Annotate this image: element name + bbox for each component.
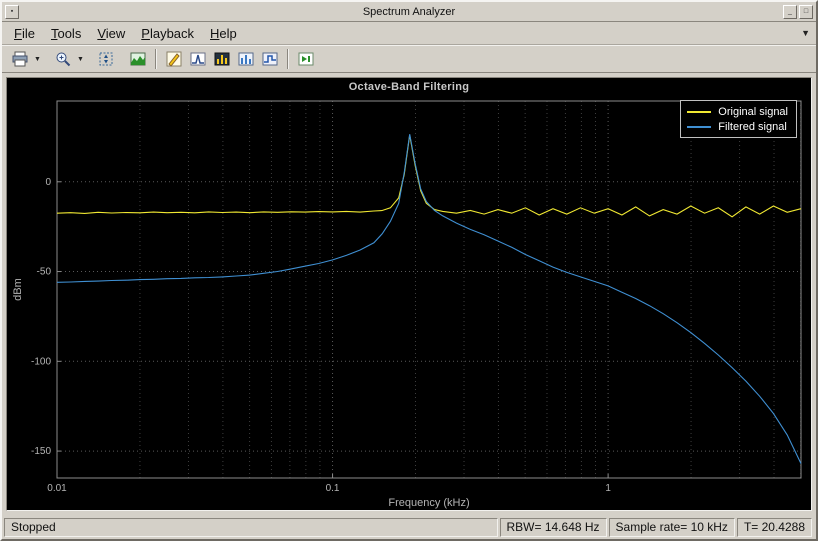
step-forward-icon xyxy=(298,52,314,66)
legend-label: Original signal xyxy=(718,105,788,118)
spectral-mask-icon xyxy=(262,52,278,66)
cursor-measurements-button[interactable] xyxy=(162,47,186,71)
legend-item[interactable]: Filtered signal xyxy=(687,119,788,134)
maximize-button[interactable]: □ xyxy=(799,4,813,19)
spectrum-chart[interactable]: 0.01 0.1 1 0 -50 -100 -150 Frequency (kHz) dBm xyxy=(7,96,813,510)
maximize-icon: □ xyxy=(803,8,809,15)
toolbar-separator xyxy=(287,49,289,69)
zoom-dropdown-arrow[interactable]: ▼ xyxy=(75,47,86,71)
ccdf-measurements-button[interactable] xyxy=(234,47,258,71)
spectrogram-button[interactable] xyxy=(126,47,150,71)
print-button[interactable] xyxy=(8,47,32,71)
y-axis-label: dBm xyxy=(12,278,24,301)
menu-item-file[interactable]: File xyxy=(6,24,43,43)
x-axis-label: Frequency (kHz) xyxy=(388,497,469,509)
spectrogram-icon xyxy=(130,52,146,66)
series-filtered xyxy=(56,134,802,464)
plot-panel[interactable]: Octave-Band Filtering 0.01 0.1 1 0 -50 -100 -1… xyxy=(6,77,812,511)
minimize-icon: _ xyxy=(788,8,792,15)
y-tick-label: -50 xyxy=(37,267,52,278)
axes-box xyxy=(56,100,802,479)
status-state: Stopped xyxy=(4,517,498,537)
minimize-button[interactable]: _ xyxy=(783,4,797,19)
window-menu-button[interactable]: ▪ xyxy=(5,4,19,19)
statusbar: Stopped RBW= 14.648 Hz Sample rate= 10 k… xyxy=(2,515,816,539)
ccdf-measurements-icon xyxy=(238,52,254,66)
scale-axes-icon xyxy=(99,52,113,66)
scale-axes-button[interactable] xyxy=(94,47,118,71)
menu-item-tools[interactable]: Tools xyxy=(43,24,89,43)
menubar: File Tools View Playback Help ▼ xyxy=(2,22,816,45)
x-tick-label: 1 xyxy=(605,483,611,494)
status-time: T= 20.4288 xyxy=(736,517,812,537)
window-title: Spectrum Analyzer xyxy=(362,5,456,18)
distortion-measurements-button[interactable] xyxy=(210,47,234,71)
step-forward-button[interactable] xyxy=(294,47,318,71)
status-sample-rate: Sample rate= 10 kHz xyxy=(608,517,735,537)
window-menu-icon: ▪ xyxy=(10,8,14,15)
legend[interactable]: Original signal Filtered signal xyxy=(680,100,797,138)
y-tick-label: 0 xyxy=(45,177,51,188)
legend-item[interactable]: Original signal xyxy=(687,104,788,119)
zoom-in-icon xyxy=(56,52,71,67)
menu-item-help[interactable]: Help xyxy=(202,24,245,43)
x-tick-label: 0.01 xyxy=(47,483,67,494)
menu-item-view[interactable]: View xyxy=(89,24,133,43)
spectral-mask-button[interactable] xyxy=(258,47,282,71)
toolbar-separator xyxy=(155,49,157,69)
titlebar[interactable]: ▪ Spectrum Analyzer _ □ xyxy=(2,2,816,22)
print-dropdown-arrow[interactable]: ▼ xyxy=(32,47,43,71)
toolbar: ▼ ▼ xyxy=(2,45,816,73)
plot-title: Octave-Band Filtering xyxy=(348,81,470,93)
distortion-measurements-icon xyxy=(214,52,230,66)
legend-label: Filtered signal xyxy=(718,120,787,133)
y-tick-label: -100 xyxy=(31,356,51,367)
x-tick-label: 0.1 xyxy=(326,483,340,494)
legend-line-sample xyxy=(687,125,712,128)
spectrum-analyzer-window: ▪ Spectrum Analyzer _ □ File Tools View Pla… xyxy=(0,0,818,541)
zoom-in-button[interactable] xyxy=(51,47,75,71)
menu-item-playback[interactable]: Playback xyxy=(133,24,202,43)
menu-corner-icon[interactable]: ▼ xyxy=(801,28,810,38)
legend-line-sample xyxy=(687,110,712,113)
peak-finder-icon xyxy=(190,52,206,66)
status-rbw: RBW= 14.648 Hz xyxy=(499,517,607,537)
cursor-measurements-icon xyxy=(166,51,182,67)
peak-finder-button[interactable] xyxy=(186,47,210,71)
y-tick-label: -150 xyxy=(31,446,51,457)
print-icon xyxy=(12,51,28,67)
